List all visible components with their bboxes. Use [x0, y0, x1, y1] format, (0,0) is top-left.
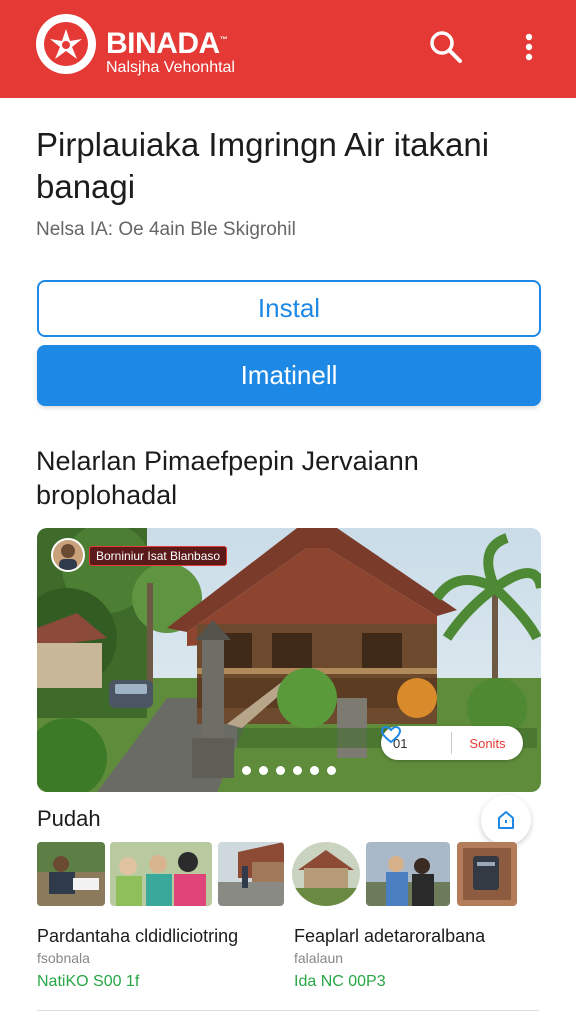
gallery-thumbnail[interactable]: [218, 842, 284, 906]
thumbnail-image: [37, 842, 105, 906]
gallery-thumbnail[interactable]: [37, 842, 105, 906]
reaction-pill: 01 Sonits: [381, 726, 523, 760]
carousel-dot[interactable]: [259, 766, 268, 775]
more-vert-icon: [525, 33, 533, 61]
thumbnail-image: [110, 842, 212, 906]
brand-name: BINADA™: [106, 24, 228, 60]
card-category: fsobnala: [37, 950, 90, 966]
details-link[interactable]: Sonits: [452, 736, 523, 751]
hero-carousel[interactable]: Borniniur Isat Blanbaso 01 Sonits: [37, 528, 541, 792]
carousel-dot[interactable]: [293, 766, 302, 775]
brand-trademark: ™: [219, 35, 228, 44]
primary-action-button[interactable]: Imatinell: [37, 345, 541, 406]
thumbnail-image: [457, 842, 517, 906]
bookmark-fab[interactable]: [481, 795, 531, 845]
search-button[interactable]: [426, 27, 466, 67]
person-icon: [59, 544, 77, 570]
hero-tag-label: Borniniur Isat Blanbaso: [89, 546, 228, 566]
heart-icon: [381, 726, 401, 744]
flower-logo-icon: [44, 22, 88, 66]
section-title: Nelarlan Pimaefpepin Jervaiann broplohad…: [36, 446, 419, 510]
brand-text: BINADA: [106, 27, 220, 60]
card-title[interactable]: Pardantaha cldidliciotring: [37, 926, 238, 947]
app-bar: BINADA™ Nalsjha Vehonhtal: [0, 0, 576, 98]
install-button[interactable]: Instal: [37, 280, 541, 337]
thumbnail-image: [292, 842, 360, 906]
author-avatar[interactable]: [51, 538, 85, 572]
carousel-dot[interactable]: [327, 766, 336, 775]
thumbnail-image: [366, 842, 450, 906]
search-icon: [430, 31, 462, 63]
gallery-thumbnail[interactable]: [110, 842, 212, 906]
carousel-dot[interactable]: [276, 766, 285, 775]
gallery-thumbnail[interactable]: [292, 842, 360, 906]
card-category: falalaun: [294, 950, 344, 966]
carousel-dot[interactable]: [242, 766, 251, 775]
brand-subtitle: Nalsjha Vehonhtal: [106, 59, 235, 76]
more-options-button[interactable]: [512, 27, 546, 67]
like-button[interactable]: 01: [381, 726, 451, 751]
card-price: NatiKO S00 1f: [37, 973, 140, 990]
card-title[interactable]: Feaplarl adetaroralbana: [294, 926, 485, 947]
carousel-indicators: [37, 766, 541, 775]
gallery-title: Pudah: [37, 806, 101, 831]
carousel-dot[interactable]: [310, 766, 319, 775]
bookmark-icon: [498, 811, 514, 829]
brand-logo[interactable]: [36, 14, 96, 74]
app-meta: Nelsa IA: Oe 4ain Ble Skigrohil: [36, 219, 296, 240]
gallery-thumbnail[interactable]: [366, 842, 450, 906]
thumbnail-image: [218, 842, 284, 906]
divider: [37, 1010, 539, 1011]
gallery-thumbnail[interactable]: [457, 842, 517, 906]
page-title: Pirplauiaka Imgringn Air itakani banagi: [36, 126, 490, 205]
card-price: Ida NC 00P3: [294, 973, 386, 990]
